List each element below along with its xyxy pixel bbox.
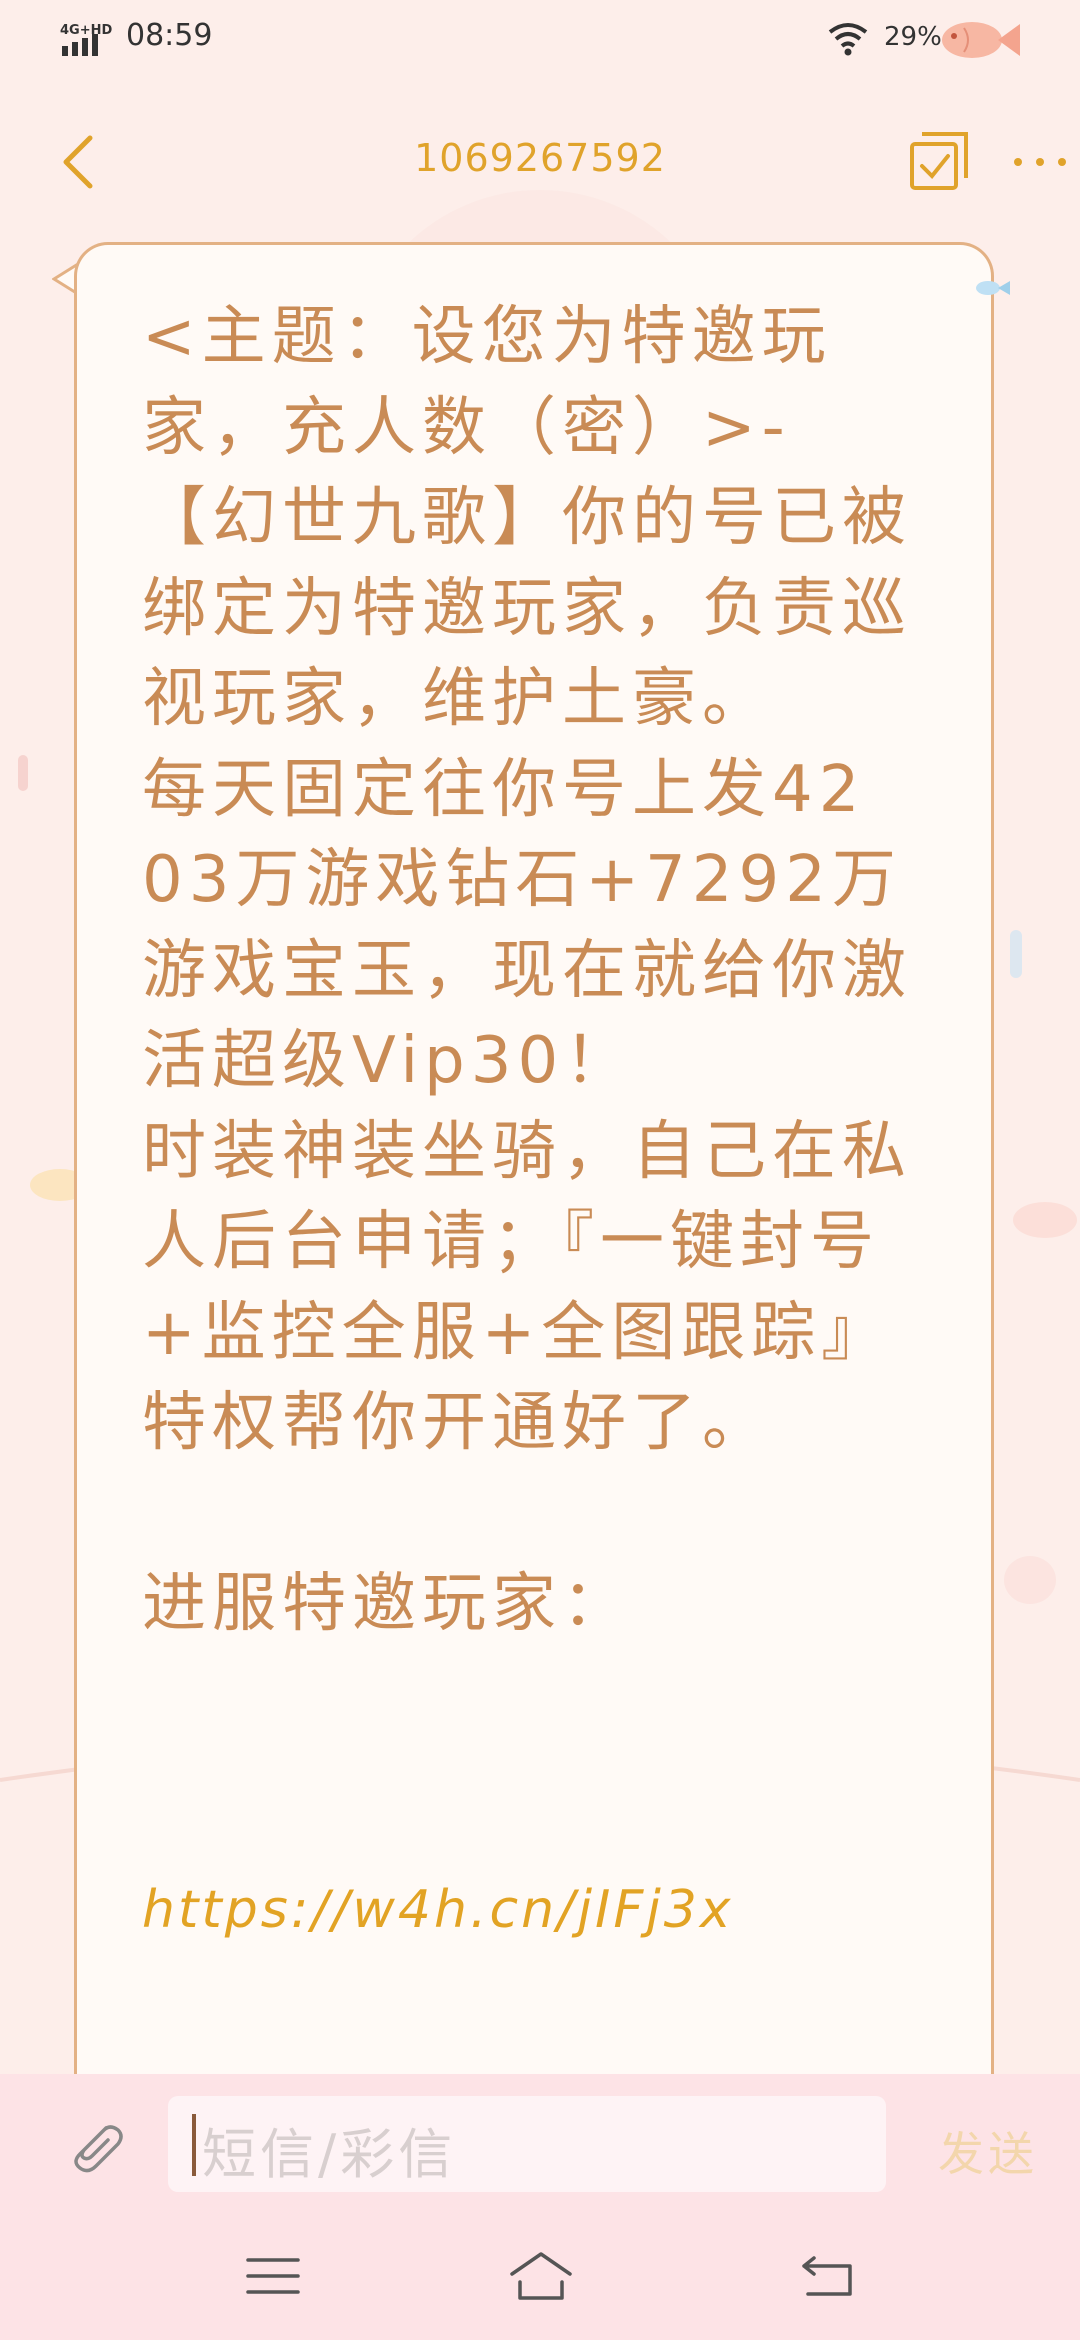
navigation-bar bbox=[0, 2204, 1080, 2340]
message-input-placeholder: 短信/彩信 bbox=[202, 2123, 457, 2186]
send-button[interactable]: 发送 bbox=[938, 2118, 1038, 2184]
back-nav-icon[interactable] bbox=[794, 2248, 864, 2304]
more-icon[interactable] bbox=[1010, 150, 1070, 174]
home-icon[interactable] bbox=[506, 2248, 576, 2304]
status-time: 08:59 bbox=[126, 18, 213, 53]
compose-bar: 短信/彩信 发送 bbox=[0, 2074, 1080, 2204]
message-link[interactable]: https://w4h.cn/jIFj3x bbox=[142, 1880, 942, 1940]
battery-percentage: 29% bbox=[884, 22, 942, 52]
wifi-icon bbox=[828, 23, 868, 56]
multi-select-icon[interactable] bbox=[908, 130, 970, 192]
status-bar: 4G+HD 08:59 29% bbox=[0, 0, 1080, 80]
message-body: <主题：设您为特邀玩家，充人数（密）>-【幻世九歌】你的号已被绑定为特邀玩家，负… bbox=[142, 300, 912, 1641]
battery-fish-icon bbox=[942, 22, 1020, 58]
conversation-header: 1069267592 bbox=[0, 110, 1080, 210]
cellular-signal-icon: 4G+HD bbox=[60, 23, 112, 56]
attachment-icon[interactable] bbox=[62, 2112, 128, 2178]
fish-decoration-icon bbox=[976, 281, 1010, 295]
svg-text:4G+HD: 4G+HD bbox=[60, 23, 112, 38]
menu-icon[interactable] bbox=[238, 2248, 308, 2304]
text-cursor bbox=[192, 2114, 196, 2176]
